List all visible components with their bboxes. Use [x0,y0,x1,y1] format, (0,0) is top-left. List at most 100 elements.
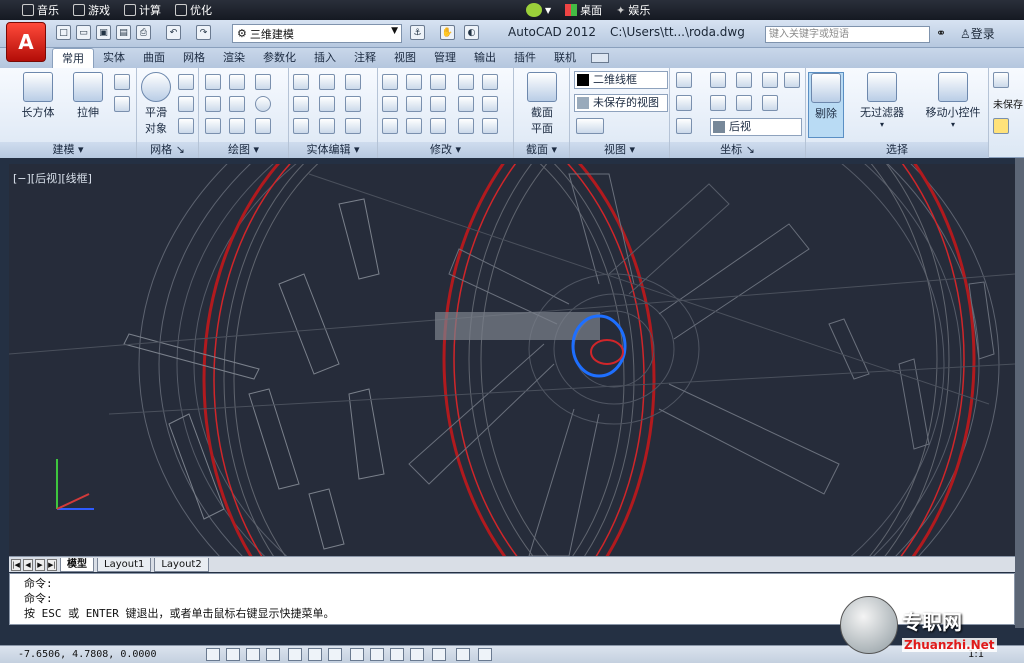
panel-title-draw[interactable]: 绘图 ▾ [199,142,288,158]
os-item-games[interactable]: 游戏 [73,2,110,18]
panel-title-section[interactable]: 截面 ▾ [514,142,569,158]
rectangle-icon[interactable] [255,118,271,134]
solid-edit-icon-2[interactable] [345,74,361,90]
spline-icon[interactable] [205,96,221,112]
fillet-icon[interactable] [482,96,498,112]
os-item-calculator[interactable]: 计算 [124,2,161,18]
panel-title-solid-edit[interactable]: 实体编辑 ▾ [289,142,377,158]
arc-icon[interactable] [255,74,271,90]
extra-icon-1[interactable] [993,72,1009,88]
3d-osnap-toggle[interactable] [328,648,342,661]
tab-online[interactable]: 联机 [545,48,585,68]
panel-title-modeling[interactable]: 建模 ▾ [0,142,136,158]
presspull-icon[interactable] [114,74,130,90]
unsaved-label[interactable]: 未保存 [993,96,1023,111]
modify-icon-6[interactable] [382,96,398,112]
ray-icon[interactable] [229,96,245,112]
last-layout-icon[interactable]: ▶| [47,558,57,571]
viewport-config-icon[interactable] [576,118,604,134]
tab-manage[interactable]: 管理 [425,48,465,68]
tab-layout1[interactable]: Layout1 [97,557,152,572]
box-button[interactable]: 长方体 [16,72,60,120]
os-item-desktop[interactable]: 桌面 [565,2,602,18]
pan-hand-icon[interactable]: ✋ [440,25,455,40]
first-layout-icon[interactable]: |◀ [11,558,21,571]
mesh-smooth-more-icon[interactable] [178,96,194,112]
drawing-viewport[interactable] [9,164,1015,556]
trim-icon[interactable] [482,74,498,90]
tab-output[interactable]: 输出 [465,48,505,68]
search-input[interactable]: 键入关键字或短语 [765,26,930,43]
solid-edit-icon-4[interactable] [345,96,361,112]
tab-home[interactable]: 常用 [52,48,94,68]
tab-surface[interactable]: 曲面 [134,48,174,68]
tab-insert[interactable]: 插入 [305,48,345,68]
intersect-icon[interactable] [293,118,309,134]
ucs-face-icon[interactable] [676,118,692,134]
ortho-toggle[interactable] [266,648,280,661]
ribbon-minimize-toggle[interactable] [591,53,609,63]
union-icon[interactable] [293,74,309,90]
ucs-object-icon[interactable] [762,95,778,111]
panel-title-coords[interactable]: 坐标 ↘ [670,142,805,158]
anchor-icon[interactable]: ⚓ [410,25,425,40]
circle-icon[interactable] [255,96,271,112]
tab-render[interactable]: 渲染 [214,48,254,68]
qp-toggle[interactable] [456,648,470,661]
vertical-scrollbar[interactable] [1015,158,1024,628]
panel-title-mesh[interactable]: 网格 ↘ [137,142,198,158]
prev-layout-icon[interactable]: ◀ [23,558,33,571]
undo-icon[interactable]: ↶ [166,25,181,40]
grid-toggle[interactable] [246,648,260,661]
workspace-select[interactable]: ⚙ 三维建模 ▼ [232,24,402,43]
solid-edit-icon-1[interactable] [319,74,335,90]
tab-parametric[interactable]: 参数化 [254,48,305,68]
solid-edit-icon-3[interactable] [319,96,335,112]
scale-icon[interactable] [458,96,474,112]
lwt-toggle[interactable] [410,648,424,661]
subtract-icon[interactable] [293,96,309,112]
os-green-app-icon[interactable]: ▼ [526,3,551,17]
3d-mirror-icon[interactable] [406,118,422,134]
move-icon[interactable] [382,74,398,90]
otrack-toggle[interactable] [350,648,364,661]
ucs-x-icon[interactable] [710,95,726,111]
tab-layout2[interactable]: Layout2 [154,557,209,572]
3d-align-icon[interactable] [382,118,398,134]
ucs-3point-icon[interactable] [784,72,800,88]
smooth-object-button[interactable]: 平滑 对象 [137,72,175,136]
modify-icon-13[interactable] [430,118,446,134]
autocad-logo-menu-button[interactable]: A [6,22,46,62]
sc-toggle[interactable] [478,648,492,661]
tab-view[interactable]: 视图 [385,48,425,68]
hatch-icon[interactable] [205,118,221,134]
panel-title-selection[interactable]: 选择 [806,142,988,158]
solid-edit-icon-5[interactable] [319,118,335,134]
tab-mesh[interactable]: 网格 [174,48,214,68]
osnap-toggle[interactable] [308,648,322,661]
mesh-smooth-less-icon[interactable] [178,118,194,134]
infer-constraints-toggle[interactable] [206,648,220,661]
orbit-icon[interactable]: ◐ [464,25,479,40]
tab-annotate[interactable]: 注释 [345,48,385,68]
next-layout-icon[interactable]: ▶ [35,558,45,571]
ducs-toggle[interactable] [370,648,384,661]
tpy-toggle[interactable] [432,648,446,661]
snap-toggle[interactable] [226,648,240,661]
print-icon[interactable]: ⎙ [136,25,151,40]
panel-title-view[interactable]: 视图 ▾ [570,142,669,158]
tab-solid[interactable]: 实体 [94,48,134,68]
polygon-icon[interactable] [229,118,245,134]
os-item-optimize[interactable]: 优化 [175,2,212,18]
modify-icon-14[interactable] [458,118,474,134]
modify-icon-7[interactable] [406,96,422,112]
rotate-icon[interactable] [430,96,446,112]
lightbulb-icon[interactable] [993,118,1009,134]
visual-style-select[interactable]: 二维线框 [574,71,668,89]
ucs-icon[interactable] [676,72,692,88]
ucs-view-icon[interactable] [676,95,692,111]
redo-icon[interactable]: ↷ [196,25,211,40]
viewport-controls-label[interactable]: [−][后视][线框] [13,170,92,186]
os-item-music[interactable]: 音乐 [22,2,59,18]
polysolid-icon[interactable] [114,96,130,112]
